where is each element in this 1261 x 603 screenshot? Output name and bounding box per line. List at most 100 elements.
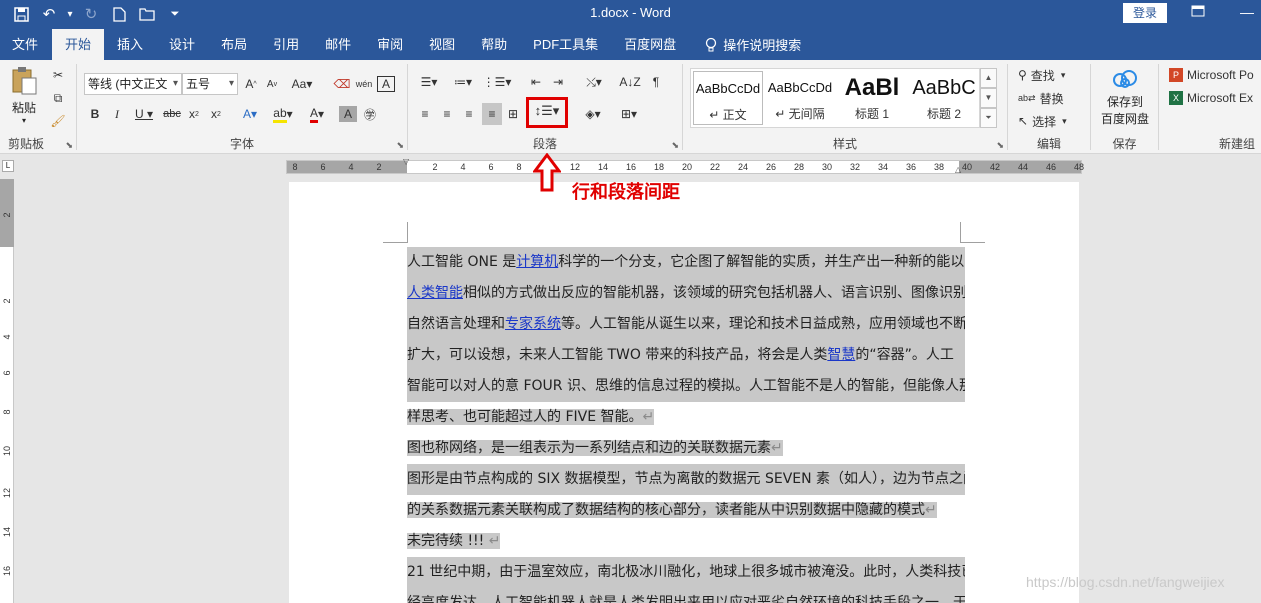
justify-icon[interactable]: ≡ xyxy=(482,103,502,125)
font-launcher-icon[interactable]: ⬊ xyxy=(396,140,404,151)
horizontal-ruler[interactable]: 8642246810121416182022242628303234363840… xyxy=(286,157,1084,174)
hyperlink[interactable]: 专家系统 xyxy=(505,316,561,332)
shrink-font-icon[interactable]: Av xyxy=(263,73,281,95)
vruler-tick: 10 xyxy=(2,445,12,456)
right-indent-marker-icon[interactable]: △ xyxy=(955,165,961,174)
document-line[interactable]: 图也称网络，是一组表示为一系列结点和边的关联数据元素↵ xyxy=(407,433,965,464)
character-border-icon[interactable]: A xyxy=(377,76,395,92)
enclose-characters-icon[interactable]: ㊫ xyxy=(361,103,379,125)
paragraph-mark-icon: ↵ xyxy=(642,409,655,425)
paste-button[interactable]: 粘贴 ▾ xyxy=(8,66,40,125)
line-selection: 智能可以对人的意 FOUR 识、思维的信息过程的模拟。人工智能不是人的智能，但能… xyxy=(407,378,965,394)
borders-icon[interactable]: ⊞▾ xyxy=(614,103,644,125)
line-selection: 未完待续 !!! ↵ xyxy=(407,533,501,549)
sort-icon[interactable]: A↓Z xyxy=(619,71,640,93)
tab-references[interactable]: 引用 xyxy=(260,29,312,60)
document-line[interactable]: 21 世纪中期，由于温室效应，南北极冰川融化，地球上很多城市被淹没。此时，人类科… xyxy=(407,557,965,588)
ruler-tick: 24 xyxy=(737,162,749,172)
ruler-tick: 4 xyxy=(460,162,466,172)
grow-font-icon[interactable]: A ^ xyxy=(242,73,260,95)
superscript-icon[interactable]: x2 xyxy=(207,103,225,125)
tab-baidu-netdisk[interactable]: 百度网盘 xyxy=(611,29,689,60)
format-painter-icon[interactable]: 🖌 xyxy=(48,110,68,132)
tab-home[interactable]: 开始 xyxy=(52,29,105,60)
tab-layout[interactable]: 布局 xyxy=(208,29,260,60)
distributed-icon[interactable]: ⊞ xyxy=(504,103,522,125)
align-left-icon[interactable]: ≡ xyxy=(416,103,434,125)
document-line[interactable]: 自然语言处理和专家系统等。人工智能从诞生以来，理论和技术日益成熟，应用领域也不断 xyxy=(407,309,965,340)
tell-me-search[interactable]: 操作说明搜索 xyxy=(689,29,801,60)
tab-view[interactable]: 视图 xyxy=(416,29,468,60)
align-right-icon[interactable]: ≡ xyxy=(460,103,478,125)
align-center-icon[interactable]: ≡ xyxy=(438,103,456,125)
text-run: 人工智能 ONE 是 xyxy=(407,254,517,270)
document-line[interactable]: 智能可以对人的意 FOUR 识、思维的信息过程的模拟。人工智能不是人的智能，但能… xyxy=(407,371,965,402)
replace-button[interactable]: ab⇄ 替换 xyxy=(1018,87,1086,109)
font-name-combo[interactable]: 等线 (中文正文 ▾ xyxy=(84,73,182,95)
tab-selector-icon[interactable]: L xyxy=(2,160,14,172)
ribbon-display-options-icon[interactable] xyxy=(1191,4,1205,20)
strikethrough-icon[interactable]: abc xyxy=(161,103,183,125)
document-line[interactable]: 图形是由节点构成的 SIX 数据模型，节点为离散的数据元 SEVEN 素（如人）… xyxy=(407,464,965,495)
indent-marker-icon[interactable]: ▽ xyxy=(403,157,409,166)
highlight-color-icon[interactable]: ab ▾ xyxy=(269,103,297,125)
document-body[interactable]: 人工智能 ONE 是计算机科学的一个分支，它企图了解智能的实质，并生产出一种新的… xyxy=(407,247,965,603)
login-button[interactable]: 登录 xyxy=(1123,3,1167,23)
microsoft-excel-button[interactable]: X Microsoft Ex xyxy=(1169,87,1261,109)
chinese-layout-icon[interactable]: ⤯▾ xyxy=(580,71,608,93)
clear-formatting-icon[interactable]: ⌫ xyxy=(333,73,351,95)
styles-launcher-icon[interactable]: ⬊ xyxy=(996,140,1004,151)
numbering-icon[interactable]: ≔▾ xyxy=(448,71,478,93)
shading-icon[interactable]: ◈▾ xyxy=(578,103,608,125)
find-button[interactable]: ⚲ 查找 ▾ xyxy=(1018,64,1086,86)
microsoft-powerpoint-button[interactable]: P Microsoft Po xyxy=(1169,64,1261,86)
font-size-combo[interactable]: 五号 ▾ xyxy=(182,73,238,95)
document-line[interactable]: 未完待续 !!! ↵ xyxy=(407,526,965,557)
increase-indent-icon[interactable]: ⇥ xyxy=(548,71,568,93)
clipboard-launcher-icon[interactable]: ⬊ xyxy=(65,140,73,151)
show-formatting-marks-icon[interactable]: ¶ xyxy=(646,71,666,93)
save-group-label: 保存 xyxy=(1112,137,1137,151)
cursor-icon: ↖ xyxy=(1018,114,1029,128)
cut-icon[interactable]: ✂ xyxy=(48,64,68,86)
underline-icon[interactable]: U ▾ xyxy=(130,103,158,125)
tab-pdf-tools[interactable]: PDF工具集 xyxy=(520,29,611,60)
document-line[interactable]: 样思考、也可能超过人的 FIVE 智能。↵ xyxy=(407,402,965,433)
hyperlink[interactable]: 智慧 xyxy=(827,347,855,363)
save-to-baidu-button[interactable]: 保存到 百度网盘 xyxy=(1095,68,1155,127)
italic-icon[interactable]: I xyxy=(108,103,126,125)
document-line[interactable]: 人工智能 ONE 是计算机科学的一个分支，它企图了解智能的实质，并生产出一种新的… xyxy=(407,247,965,278)
tab-review[interactable]: 审阅 xyxy=(364,29,416,60)
document-line[interactable]: 的关系数据元素关联构成了数据结构的核心部分，读者能从中识别数据中隐藏的模式↵ xyxy=(407,495,965,526)
copy-icon[interactable]: ⧉ xyxy=(48,87,68,109)
font-color-icon[interactable]: A ▾ xyxy=(303,103,331,125)
vertical-ruler[interactable]: 2 2 4 6 8 10 12 14 16 xyxy=(0,179,14,603)
change-case-icon[interactable]: Aa▾ xyxy=(287,73,317,95)
tab-file[interactable]: 文件 xyxy=(0,29,52,60)
tab-design[interactable]: 设计 xyxy=(156,29,208,60)
document-line[interactable]: 经高度发达，人工智能机器人就是人类发明出来用以应对恶劣自然环境的科技手段之一。于 xyxy=(407,588,965,603)
decrease-indent-icon[interactable]: ⇤ xyxy=(526,71,546,93)
text-effects-icon[interactable]: A▾ xyxy=(237,103,263,125)
hyperlink[interactable]: 人类智能 xyxy=(407,285,463,301)
clipboard-group: 粘贴 ▾ ✂ ⧉ 🖌 剪贴板 ⬊ xyxy=(0,60,76,154)
character-shading-icon[interactable]: A xyxy=(339,106,357,122)
bold-icon[interactable]: B xyxy=(86,103,104,125)
text-run: 21 世纪中期，由于温室效应，南北极冰川融化，地球上很多城市被淹没。此时，人类科… xyxy=(407,564,965,580)
select-button[interactable]: ↖ 选择 ▾ xyxy=(1018,110,1086,132)
tab-help[interactable]: 帮助 xyxy=(468,29,520,60)
hyperlink[interactable]: 计算机 xyxy=(516,254,558,270)
document-page[interactable]: 人工智能 ONE 是计算机科学的一个分支，它企图了解智能的实质，并生产出一种新的… xyxy=(289,182,1079,603)
bullets-icon[interactable]: ☰▾ xyxy=(414,71,444,93)
subscript-icon[interactable]: x2 xyxy=(185,103,203,125)
document-line[interactable]: 扩大，可以设想，未来人工智能 TWO 带来的科技产品，将会是人类智慧的“容器”。… xyxy=(407,340,965,371)
document-line[interactable]: 人类智能相似的方式做出反应的智能机器，该领域的研究包括机器人、语言识别、图像识别… xyxy=(407,278,965,309)
multilevel-list-icon[interactable]: ⋮☰▾ xyxy=(482,71,512,93)
text-run: 科学的一个分支，它企图了解智能的实质，并生产出一种新的能以 xyxy=(558,254,965,270)
paragraph-launcher-icon[interactable]: ⬊ xyxy=(671,140,679,151)
tab-insert[interactable]: 插入 xyxy=(104,29,156,60)
minimize-icon[interactable]: — xyxy=(1240,4,1254,20)
ruler-tick: 6 xyxy=(320,162,326,172)
phonetic-guide-icon[interactable]: wén xyxy=(355,73,373,95)
tab-mailings[interactable]: 邮件 xyxy=(312,29,364,60)
